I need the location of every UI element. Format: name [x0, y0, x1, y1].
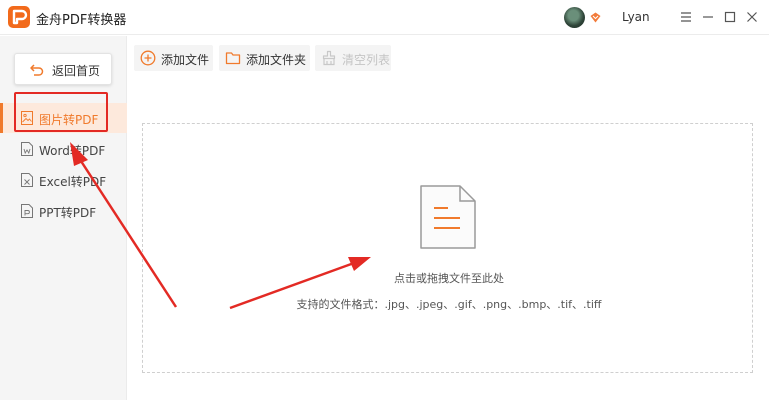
back-arrow-icon	[30, 64, 44, 76]
folder-icon	[225, 52, 241, 65]
app-logo-icon	[8, 6, 30, 28]
back-home-label: 返回首页	[52, 64, 101, 78]
menu-icon[interactable]	[678, 9, 694, 25]
app-title: 金舟PDF转换器	[36, 13, 127, 28]
broom-icon	[322, 50, 336, 66]
annotation-highlight-box	[14, 92, 108, 132]
close-icon[interactable]	[744, 9, 760, 25]
sidebar-item-word-to-pdf[interactable]: Word转PDF	[0, 134, 127, 164]
sidebar-item-ppt-to-pdf[interactable]: PPT转PDF	[0, 196, 127, 226]
sidebar: 返回首页 图片转PDF Word转PDF Excel转PDF PPT转PDF	[0, 36, 127, 400]
add-circle-icon	[140, 50, 156, 66]
add-file-label: 添加文件	[161, 53, 210, 67]
title-bar: 金舟PDF转换器 Lyan	[0, 0, 769, 35]
excel-file-icon	[21, 173, 33, 187]
supported-formats-text: 支持的文件格式：.jpg、.jpeg、.gif、.png、.bmp、.tif、.…	[296, 298, 602, 311]
sidebar-item-label: Excel转PDF	[39, 175, 107, 189]
sidebar-item-label: PPT转PDF	[39, 206, 97, 220]
word-file-icon	[21, 142, 33, 156]
add-file-button[interactable]: 添加文件	[134, 45, 213, 71]
sidebar-item-label: Word转PDF	[39, 144, 106, 158]
user-avatar[interactable]	[564, 7, 585, 28]
back-home-button[interactable]: 返回首页	[14, 53, 112, 85]
add-folder-button[interactable]: 添加文件夹	[219, 45, 310, 71]
minimize-icon[interactable]	[700, 9, 716, 25]
user-name[interactable]: Lyan	[622, 10, 650, 24]
sidebar-item-excel-to-pdf[interactable]: Excel转PDF	[0, 165, 127, 195]
ppt-file-icon	[21, 204, 33, 218]
add-folder-label: 添加文件夹	[246, 53, 307, 67]
vip-badge-icon	[590, 12, 601, 23]
maximize-icon[interactable]	[722, 9, 738, 25]
document-icon	[420, 185, 476, 249]
clear-list-label: 清空列表	[342, 53, 391, 67]
drop-hint-text: 点击或拖拽文件至此处	[394, 272, 504, 285]
clear-list-button[interactable]: 清空列表	[315, 45, 391, 71]
app-window: 金舟PDF转换器 Lyan 返回首页 图片转PDF Word转PDF Excel…	[0, 0, 769, 400]
